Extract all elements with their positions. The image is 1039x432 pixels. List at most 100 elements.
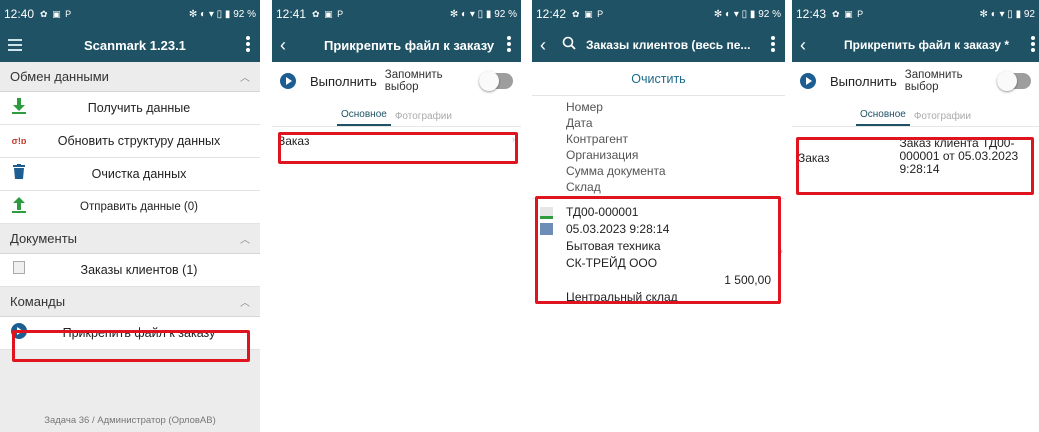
- tab-main[interactable]: Основное: [856, 109, 910, 126]
- chevron-up-icon: ︿: [240, 235, 250, 246]
- play-circle-icon[interactable]: [800, 73, 816, 89]
- posted-document-icon: [540, 207, 553, 219]
- status-bar: 12:43 ✿ ▣ P ✻ ◐ ▾ ▯ ▮ 92: [792, 0, 1039, 28]
- status-icons: ✿ ▣ P: [312, 8, 345, 19]
- send-data-label: Отправить данные (0): [80, 201, 198, 213]
- app-title: Заказы клиентов (весь пе...: [586, 38, 751, 52]
- update-structure-label: Обновить структуру данных: [57, 134, 221, 148]
- action-toolbar: Выполнить Запомнить выбор: [792, 62, 1039, 100]
- more-vert-icon[interactable]: [1031, 36, 1035, 54]
- header-counterparty: Контрагент: [566, 132, 629, 146]
- more-vert-icon[interactable]: [507, 36, 511, 54]
- get-data-label: Получить данные: [87, 101, 191, 115]
- order-amount: 1 500,00: [724, 273, 771, 287]
- header-organization: Организация: [566, 148, 639, 162]
- section-data-exchange[interactable]: Обмен данными ︿: [0, 62, 260, 92]
- app-bar: Scanmark 1.23.1: [0, 28, 260, 62]
- tab-bar: Основное Фотографии: [792, 100, 1039, 126]
- status-bar: 12:41 ✿ ▣ P ✻ ◐ ▾ ▯ ▮ 92 %: [272, 0, 521, 28]
- chevron-up-icon: ︿: [240, 73, 250, 84]
- header-amount: Сумма документа: [566, 164, 666, 178]
- update-structure-button[interactable]: σ!ɒ Обновить структуру данных: [0, 125, 260, 158]
- tab-photos[interactable]: Фотографии: [910, 111, 975, 126]
- order-field-value: Заказ клиента ТД00-000001 от 05.03.2023 …: [899, 136, 1019, 176]
- upload-icon: [10, 196, 28, 218]
- customer-orders-label: Заказы клиентов (1): [80, 263, 198, 277]
- screen-customer-orders: 12:42 ✿ ▣ P ✻ ◐ ▾ ▯ ▮ 92 % ‹ Заказы клие…: [532, 0, 785, 432]
- remember-choice-toggle[interactable]: [997, 71, 1031, 91]
- order-field[interactable]: Заказ ›: [272, 127, 521, 157]
- section-documents[interactable]: Документы ︿: [0, 224, 260, 254]
- app-bar: ‹ Прикрепить файл к заказу: [272, 28, 521, 62]
- header-number: Номер: [566, 100, 603, 114]
- order-number: ТД00-000001: [566, 205, 639, 219]
- chevron-right-icon: ›: [512, 134, 515, 144]
- remember-choice-label: Запомнить выбор: [904, 69, 963, 93]
- header-warehouse: Склад: [566, 180, 601, 194]
- app-title: Прикрепить файл к заказу *: [844, 38, 1010, 52]
- run-button[interactable]: Выполнить: [310, 74, 377, 89]
- send-data-button[interactable]: Отправить данные (0): [0, 191, 260, 224]
- remember-choice-toggle[interactable]: [479, 71, 513, 91]
- download-icon: [10, 97, 28, 119]
- header-date: Дата: [566, 116, 593, 130]
- status-right: ✻ ◐ ▾ ▯ ▮ 92 %: [188, 8, 256, 20]
- order-list-item[interactable]: ТД00-000001 05.03.2023 9:28:14 Бытовая т…: [532, 199, 785, 310]
- app-bar: ‹ Прикрепить файл к заказу *: [792, 28, 1039, 62]
- order-field-label: Заказ: [278, 134, 310, 148]
- chevron-right-icon: ›: [779, 246, 783, 257]
- more-vert-icon[interactable]: [771, 36, 775, 54]
- app-bar: ‹ Заказы клиентов (весь пе...: [532, 28, 785, 62]
- action-toolbar: Выполнить Запомнить выбор: [272, 62, 521, 100]
- status-bar: 12:40 ✿ ▣ P ✻ ◐ ▾ ▯ ▮ 92 %: [0, 0, 260, 28]
- order-field-label: Заказ: [798, 151, 830, 165]
- status-time: 12:42: [536, 7, 567, 21]
- footer-status: Задача 36 / Администратор (ОрловАВ): [44, 415, 216, 426]
- play-circle-icon: [10, 322, 28, 344]
- status-right: ✻ ◐ ▾ ▯ ▮ 92: [979, 8, 1035, 20]
- status-time: 12:41: [276, 7, 307, 21]
- status-icons: ✿ ▣ P: [832, 8, 865, 19]
- status-icons: ✿ ▣ P: [572, 8, 605, 19]
- section-label: Команды: [10, 294, 66, 309]
- status-time: 12:43: [796, 7, 827, 21]
- order-date: 05.03.2023 9:28:14: [566, 222, 670, 236]
- status-time: 12:40: [4, 7, 35, 21]
- hamburger-icon[interactable]: [8, 36, 22, 54]
- order-field[interactable]: Заказ Заказ клиента ТД00-000001 от 05.03…: [792, 127, 1039, 187]
- status-right: ✻ ◐ ▾ ▯ ▮ 92 %: [449, 8, 517, 20]
- tab-main[interactable]: Основное: [337, 109, 391, 126]
- tab-photos[interactable]: Фотографии: [391, 111, 456, 126]
- attach-file-button[interactable]: Прикрепить файл к заказу: [0, 317, 260, 350]
- status-right: ✻ ◐ ▾ ▯ ▮ 92 %: [713, 8, 781, 20]
- clear-data-button[interactable]: Очистка данных: [0, 158, 260, 191]
- customer-orders-button[interactable]: Заказы клиентов (1): [0, 254, 260, 287]
- status-bar: 12:42 ✿ ▣ P ✻ ◐ ▾ ▯ ▮ 92 %: [532, 0, 785, 28]
- order-counterparty: Бытовая техника: [566, 239, 661, 253]
- remember-choice-label: Запомнить выбор: [384, 69, 443, 93]
- play-circle-icon[interactable]: [280, 73, 296, 89]
- clear-data-label: Очистка данных: [91, 167, 187, 181]
- get-data-button[interactable]: Получить данные: [0, 92, 260, 125]
- sync-icon: σ!ɒ: [11, 136, 27, 146]
- section-commands[interactable]: Команды ︿: [0, 287, 260, 317]
- app-title: Прикрепить файл к заказу: [324, 37, 495, 53]
- more-vert-icon[interactable]: [246, 36, 250, 54]
- screen-attach-file: 12:41 ✿ ▣ P ✻ ◐ ▾ ▯ ▮ 92 % ‹ Прикрепить …: [272, 0, 521, 432]
- section-label: Обмен данными: [10, 69, 109, 84]
- clear-button[interactable]: Очистить: [532, 62, 785, 96]
- arrow-back-icon[interactable]: ‹: [800, 35, 818, 56]
- search-icon[interactable]: [562, 36, 576, 55]
- app-title: Scanmark 1.23.1: [84, 37, 186, 53]
- screen-main-menu: 12:40 ✿ ▣ P ✻ ◐ ▾ ▯ ▮ 92 % Scanmark 1.23…: [0, 0, 260, 432]
- screen-attach-file-selected: 12:43 ✿ ▣ P ✻ ◐ ▾ ▯ ▮ 92 ‹ Прикрепить фа…: [792, 0, 1039, 432]
- document-icon: [10, 261, 28, 279]
- chevron-up-icon: ︿: [240, 298, 250, 309]
- status-icons: ✿ ▣ P: [40, 8, 73, 19]
- section-label: Документы: [10, 231, 78, 246]
- arrow-back-icon[interactable]: ‹: [280, 35, 298, 56]
- document-icon: [540, 223, 553, 235]
- run-button[interactable]: Выполнить: [830, 74, 897, 89]
- trash-icon: [10, 164, 28, 184]
- arrow-back-icon[interactable]: ‹: [540, 35, 558, 56]
